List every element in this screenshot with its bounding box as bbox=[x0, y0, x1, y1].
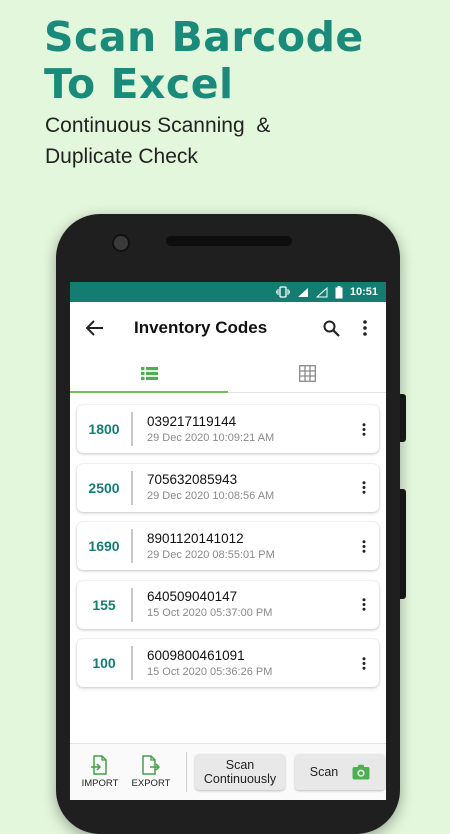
tab-grid-view[interactable] bbox=[228, 354, 386, 392]
list-item[interactable]: 2500 705632085943 29 Dec 2020 10:08:56 A… bbox=[77, 463, 379, 512]
app-bar: Inventory Codes bbox=[70, 302, 386, 354]
item-quantity: 1690 bbox=[77, 529, 133, 563]
scan-continuously-button[interactable]: Scan Continuously bbox=[195, 754, 285, 790]
item-info: 6009800461091 15 Oct 2020 05:36:26 PM bbox=[133, 648, 349, 679]
view-tabs bbox=[70, 354, 386, 393]
promo-title-line1: Scan Barcode bbox=[44, 13, 364, 61]
status-bar: 10:51 bbox=[70, 282, 386, 302]
import-button[interactable]: IMPORT bbox=[74, 755, 126, 789]
scan-label: Scan bbox=[309, 765, 339, 779]
more-vert-icon bbox=[363, 320, 367, 336]
item-code: 705632085943 bbox=[147, 472, 238, 487]
item-menu-button[interactable] bbox=[349, 522, 379, 570]
volume-button bbox=[400, 489, 406, 599]
more-vert-icon bbox=[362, 539, 366, 553]
wifi-signal-icon bbox=[297, 287, 309, 298]
item-code: 6009800461091 bbox=[147, 647, 245, 663]
tab-list-view[interactable] bbox=[70, 354, 228, 393]
arrow-back-icon bbox=[86, 320, 103, 336]
item-menu-button[interactable] bbox=[349, 581, 379, 629]
promo-title: Scan Barcode To Excel bbox=[44, 14, 364, 108]
more-vert-icon bbox=[362, 481, 366, 494]
status-time: 10:51 bbox=[349, 286, 378, 298]
front-camera bbox=[112, 234, 130, 252]
list-item[interactable]: 100 6009800461091 15 Oct 2020 05:36:26 P… bbox=[77, 639, 379, 687]
promo-subtitle: Continuous Scanning & Duplicate Check bbox=[45, 110, 270, 172]
promo-title-line2: To Excel bbox=[44, 60, 234, 108]
earpiece-speaker bbox=[166, 236, 292, 246]
scan-continuously-label-line1: Scan bbox=[225, 758, 255, 772]
more-vert-icon bbox=[362, 656, 366, 670]
search-button[interactable] bbox=[314, 302, 348, 354]
item-date: 15 Oct 2020 05:36:26 PM bbox=[147, 665, 273, 678]
item-info: 039217119144 29 Dec 2020 10:09:21 AM bbox=[133, 414, 349, 445]
bottom-action-bar: IMPORT EXPORT Scan Continuously Scan bbox=[70, 743, 386, 800]
export-label: EXPORT bbox=[131, 778, 171, 789]
import-label: IMPORT bbox=[81, 778, 119, 789]
file-import-icon bbox=[91, 755, 107, 775]
grid-view-icon bbox=[298, 364, 316, 382]
page-title: Inventory Codes bbox=[134, 318, 268, 337]
battery-icon bbox=[335, 285, 343, 299]
item-menu-button[interactable] bbox=[349, 405, 379, 453]
more-vert-icon bbox=[362, 598, 366, 611]
item-quantity: 155 bbox=[77, 587, 133, 622]
inventory-list: 1800 039217119144 29 Dec 2020 10:09:21 A… bbox=[70, 393, 386, 687]
item-quantity: 1800 bbox=[77, 412, 133, 446]
item-date: 29 Dec 2020 10:09:21 AM bbox=[147, 431, 275, 444]
item-menu-button[interactable] bbox=[349, 639, 379, 687]
item-code: 039217119144 bbox=[147, 413, 237, 429]
more-vert-icon bbox=[362, 422, 366, 436]
item-menu-button[interactable] bbox=[349, 464, 379, 512]
promo-subtitle-line1: Continuous Scanning & bbox=[45, 114, 271, 137]
item-code: 8901120141012 bbox=[147, 530, 244, 546]
file-export-icon bbox=[142, 755, 160, 775]
more-options-button[interactable] bbox=[348, 302, 382, 354]
back-button[interactable] bbox=[70, 302, 120, 354]
camera-icon bbox=[352, 764, 370, 780]
list-item[interactable]: 1690 8901120141012 29 Dec 2020 08:55:01 … bbox=[77, 522, 379, 570]
list-item[interactable]: 1800 039217119144 29 Dec 2020 10:09:21 A… bbox=[77, 405, 379, 453]
item-date: 29 Dec 2020 08:55:01 PM bbox=[147, 548, 275, 561]
item-info: 705632085943 29 Dec 2020 10:08:56 AM bbox=[133, 472, 349, 503]
list-item[interactable]: 155 640509040147 15 Oct 2020 05:37:00 PM bbox=[77, 580, 379, 629]
item-quantity: 2500 bbox=[77, 470, 133, 505]
power-button bbox=[400, 394, 406, 442]
scan-button[interactable]: Scan bbox=[295, 754, 385, 790]
item-info: 640509040147 15 Oct 2020 05:37:00 PM bbox=[133, 589, 349, 620]
item-info: 8901120141012 29 Dec 2020 08:55:01 PM bbox=[133, 531, 349, 562]
item-date: 15 Oct 2020 05:37:00 PM bbox=[147, 607, 273, 619]
promo-subtitle-line2: Duplicate Check bbox=[45, 145, 198, 168]
divider bbox=[186, 752, 187, 792]
cell-signal-icon bbox=[315, 286, 328, 298]
item-code: 640509040147 bbox=[147, 589, 238, 604]
app-screen: 10:51 Inventory Codes 1800 039217119144 … bbox=[70, 282, 386, 800]
vibrate-icon bbox=[276, 286, 290, 298]
scan-continuously-label-line2: Continuously bbox=[203, 772, 277, 786]
export-button[interactable]: EXPORT bbox=[126, 755, 176, 789]
item-date: 29 Dec 2020 10:08:56 AM bbox=[147, 490, 275, 502]
item-quantity: 100 bbox=[77, 646, 133, 680]
list-view-icon bbox=[140, 366, 158, 380]
search-icon bbox=[323, 320, 340, 337]
